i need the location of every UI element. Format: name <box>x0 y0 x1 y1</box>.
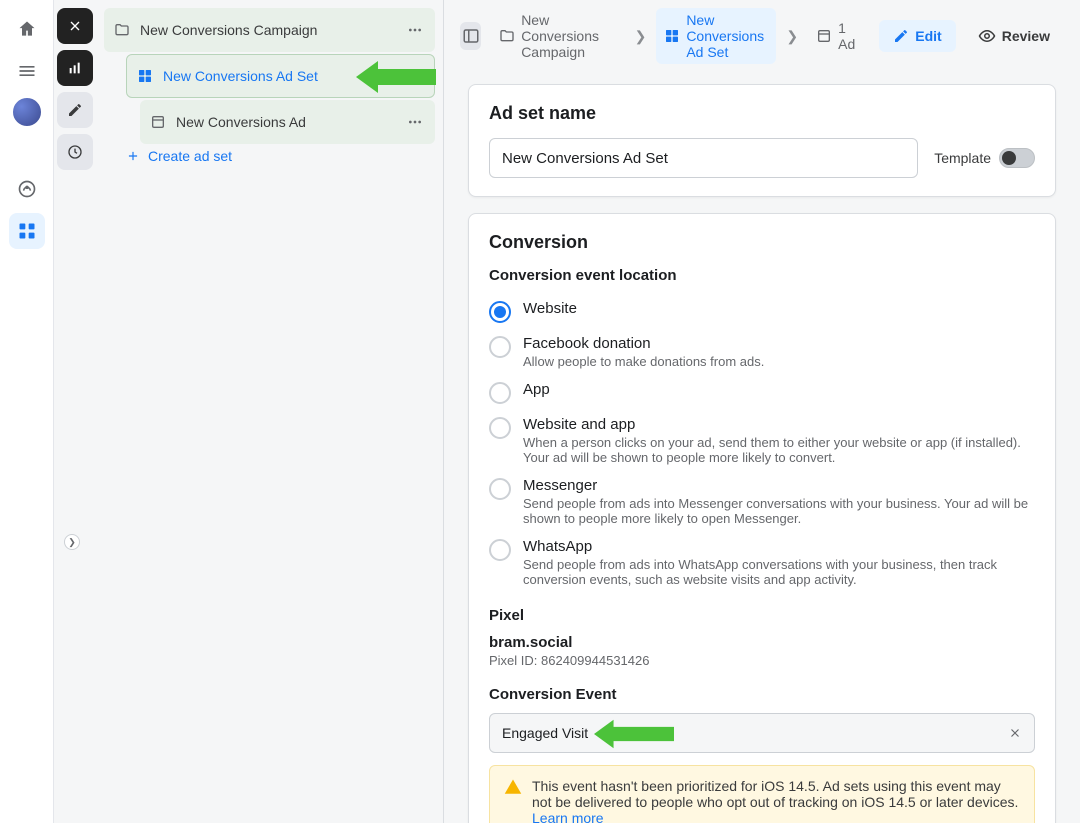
template-label: Template <box>934 150 991 166</box>
highlight-arrow-icon <box>594 716 674 752</box>
clear-event-icon[interactable] <box>1008 726 1022 740</box>
adset-name-heading: Ad set name <box>489 103 1035 124</box>
avatar[interactable] <box>11 96 43 128</box>
ad-icon <box>816 28 832 44</box>
radio-webapp[interactable] <box>489 417 511 439</box>
tree-adset-label: New Conversions Ad Set <box>163 68 406 84</box>
tool-column <box>54 0 96 823</box>
learn-more-link[interactable]: Learn more <box>532 810 604 823</box>
crumb-adset[interactable]: New Conversions Ad Set <box>656 8 776 64</box>
tree-campaign-label: New Conversions Campaign <box>140 22 403 38</box>
conversion-location-heading: Conversion event location <box>489 267 1035 284</box>
adset-icon <box>135 68 155 84</box>
more-icon[interactable] <box>403 110 427 134</box>
create-adset-label: Create ad set <box>148 148 232 164</box>
expand-rail-icon[interactable]: ❯ <box>64 534 80 550</box>
dashboard-icon[interactable] <box>9 171 45 207</box>
edit-icon[interactable] <box>57 92 93 128</box>
ad-icon <box>148 114 168 130</box>
adset-name-card: Ad set name Template <box>468 84 1056 197</box>
radio-whatsapp[interactable] <box>489 539 511 561</box>
radio-messenger[interactable] <box>489 478 511 500</box>
pixel-heading: Pixel <box>489 607 1035 624</box>
review-button[interactable]: Review <box>964 19 1064 53</box>
edit-button[interactable]: Edit <box>879 20 955 52</box>
adset-icon <box>664 28 680 44</box>
crumb-campaign[interactable]: New Conversions Campaign <box>491 8 624 64</box>
option-app[interactable]: App <box>489 375 1035 410</box>
folder-icon <box>112 22 132 38</box>
tree-ad-label: New Conversions Ad <box>176 114 403 130</box>
conversion-event-heading: Conversion Event <box>489 686 1035 703</box>
chevron-right-icon: ❯ <box>784 28 800 45</box>
create-adset-button[interactable]: Create ad set <box>126 148 435 164</box>
adset-name-input[interactable] <box>489 138 918 178</box>
warning-icon <box>504 778 522 823</box>
template-toggle[interactable] <box>999 148 1035 168</box>
panel-toggle-icon[interactable] <box>460 22 481 50</box>
option-messenger[interactable]: Messenger Send people from ads into Mess… <box>489 471 1035 532</box>
option-donation[interactable]: Facebook donation Allow people to make d… <box>489 329 1035 375</box>
radio-app[interactable] <box>489 382 511 404</box>
warning-text: This event hasn't been prioritized for i… <box>532 778 1020 823</box>
ios-warning: This event hasn't been prioritized for i… <box>489 765 1035 823</box>
conversion-event-value: Engaged Visit <box>502 725 588 741</box>
history-icon[interactable] <box>57 134 93 170</box>
pixel-name: bram.social <box>489 634 1035 651</box>
option-webapp[interactable]: Website and app When a person clicks on … <box>489 410 1035 471</box>
tree-campaign[interactable]: New Conversions Campaign <box>104 8 435 52</box>
radio-website[interactable] <box>489 301 511 323</box>
close-button[interactable] <box>57 8 93 44</box>
conversion-heading: Conversion <box>489 232 1035 253</box>
pencil-icon[interactable] <box>412 69 426 83</box>
breadcrumb-bar: New Conversions Campaign ❯ New Conversio… <box>444 0 1080 72</box>
ads-manager-icon[interactable] <box>9 213 45 249</box>
tree-ad[interactable]: New Conversions Ad <box>140 100 435 144</box>
conversion-event-select[interactable]: Engaged Visit <box>489 713 1035 753</box>
option-website[interactable]: Website <box>489 294 1035 329</box>
chart-icon[interactable] <box>57 50 93 86</box>
chevron-right-icon: ❯ <box>633 28 649 45</box>
home-icon[interactable] <box>9 11 45 47</box>
tree-adset[interactable]: New Conversions Ad Set <box>126 54 435 98</box>
folder-icon <box>499 28 515 44</box>
conversion-card: Conversion Conversion event location Web… <box>468 213 1056 823</box>
crumb-ad[interactable]: 1 Ad <box>808 16 863 56</box>
nav-rail: ❯ <box>0 0 54 823</box>
structure-tree: New Conversions Campaign New Conversions… <box>96 0 444 823</box>
radio-donation[interactable] <box>489 336 511 358</box>
menu-icon[interactable] <box>9 53 45 89</box>
more-icon[interactable] <box>403 18 427 42</box>
pixel-id: Pixel ID: 862409944531426 <box>489 653 1035 668</box>
option-whatsapp[interactable]: WhatsApp Send people from ads into Whats… <box>489 532 1035 593</box>
